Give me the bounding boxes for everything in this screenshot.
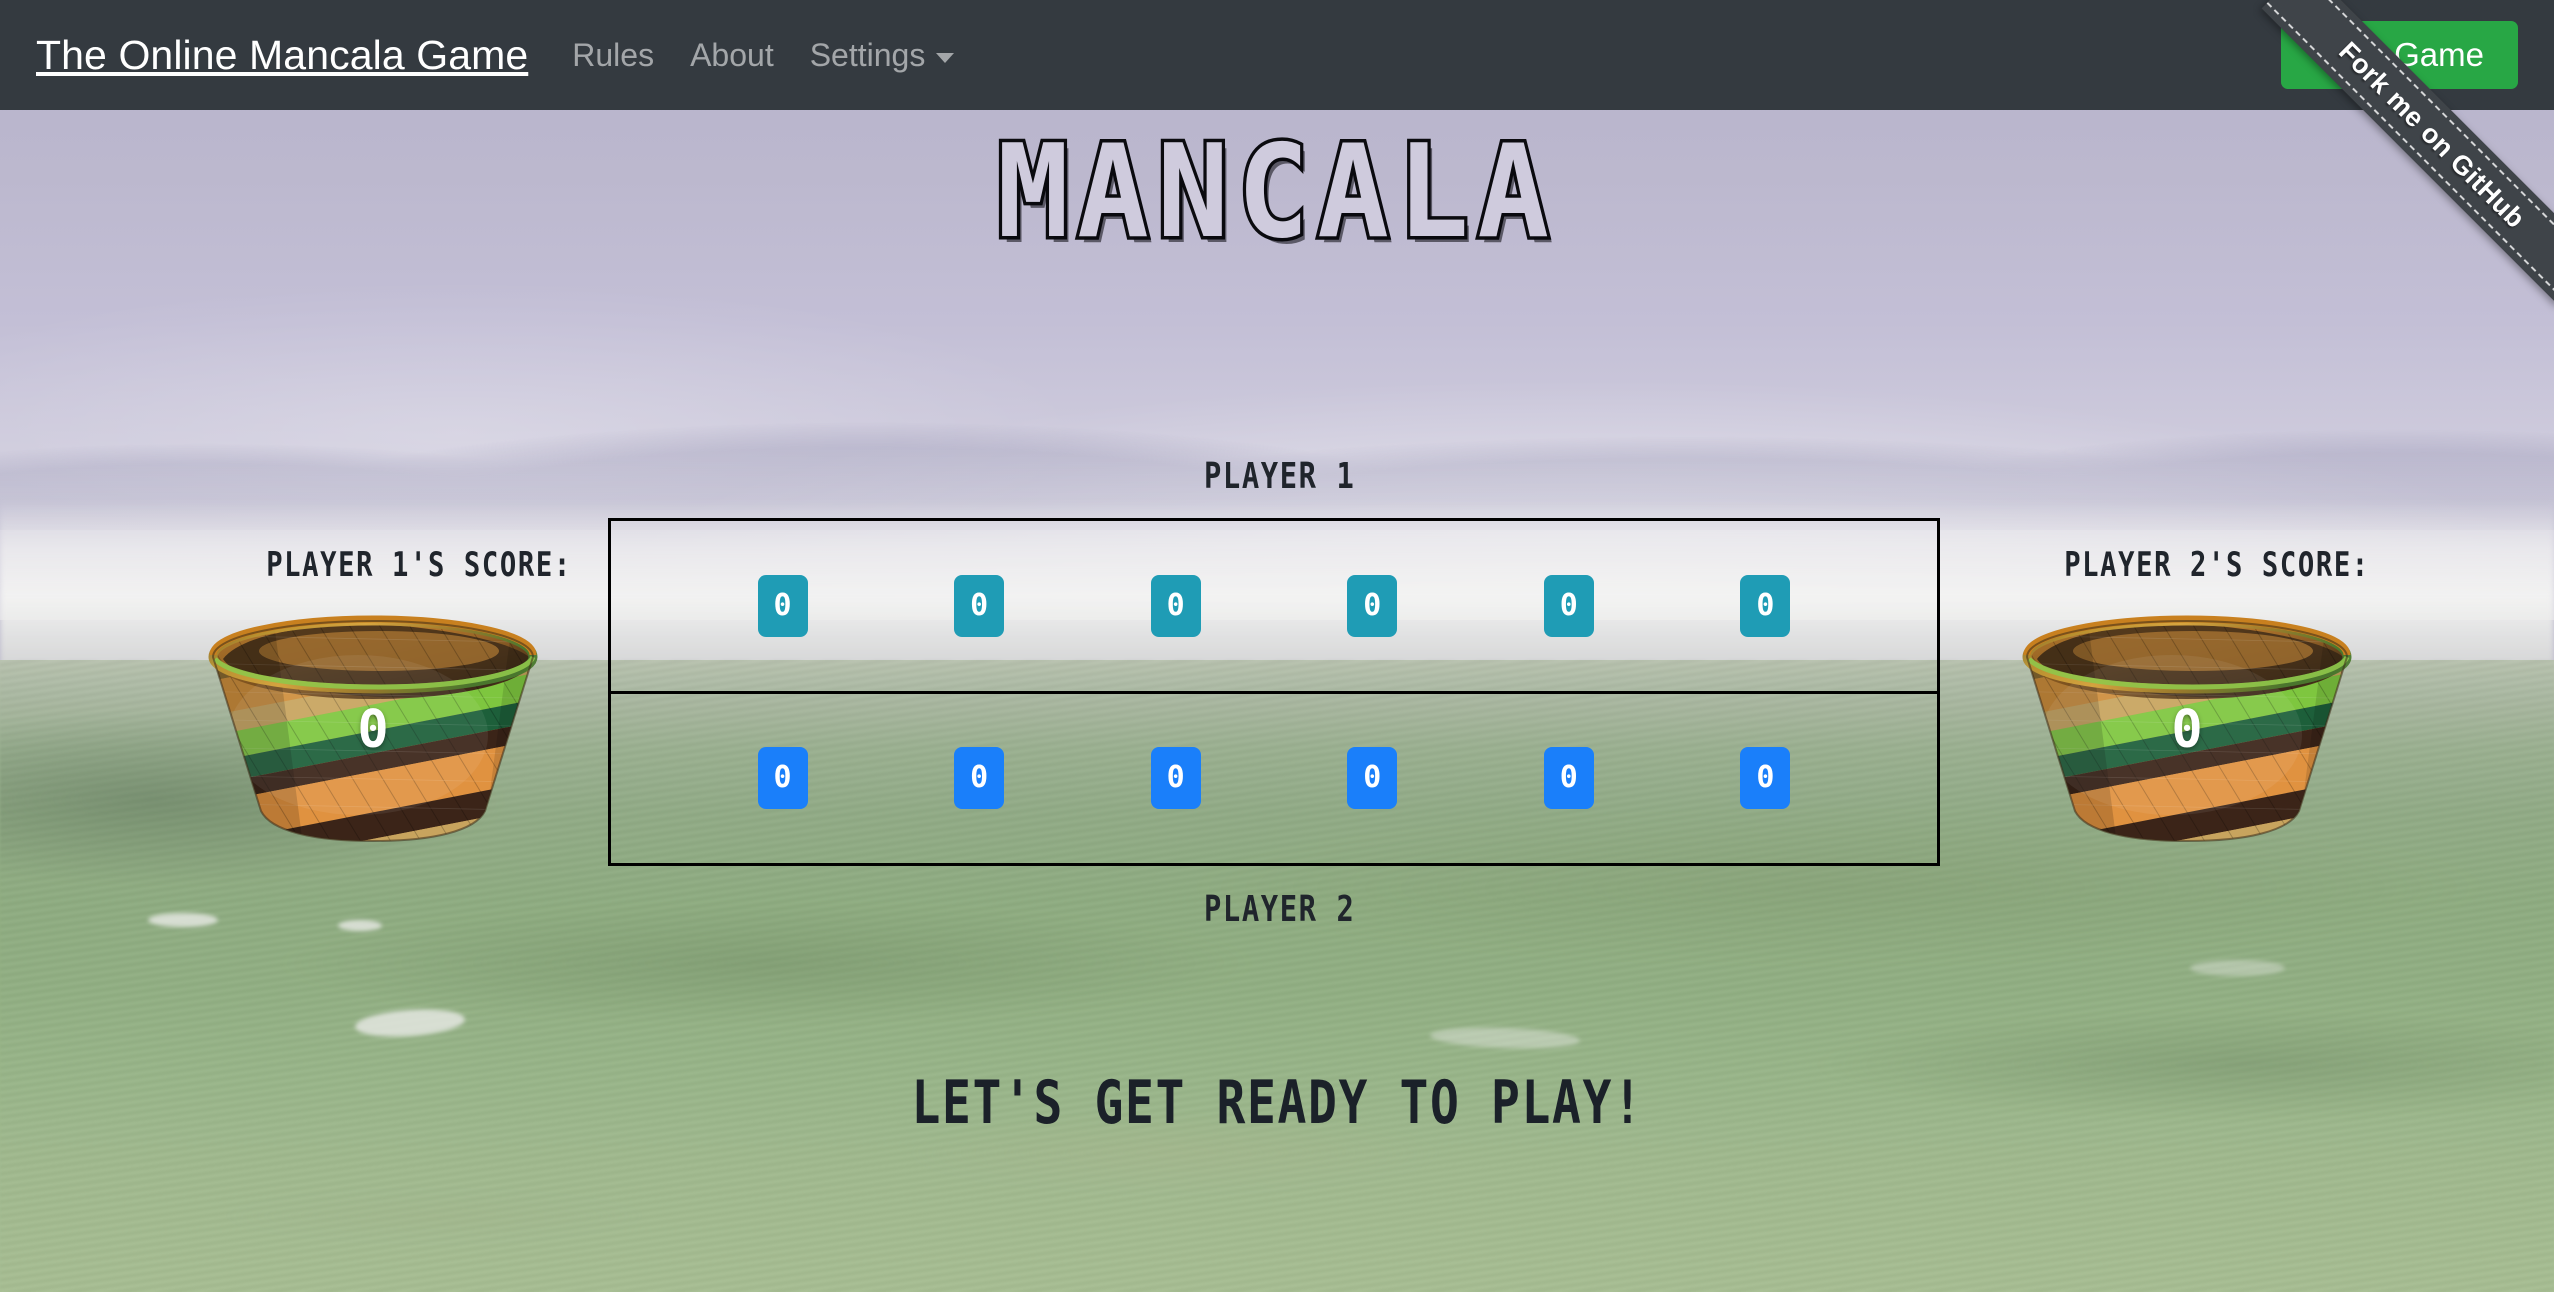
- player-1-pit-3[interactable]: 0: [1150, 574, 1201, 637]
- player-1-score-label: PLAYER 1'S SCORE:: [266, 545, 572, 585]
- nav-link-rules[interactable]: Rules: [572, 37, 654, 74]
- game-status-wrapper: LET'S GET READY TO PLAY!: [0, 1068, 2554, 1138]
- navbar-brand[interactable]: The Online Mancala Game: [36, 32, 528, 79]
- player-2-heading: PLAYER 2: [1140, 888, 1420, 930]
- mancala-board: 0 0 0 0 0 0 0 0 0 0 0 0: [608, 518, 1940, 866]
- player-2-pit-4[interactable]: 0: [1347, 747, 1398, 810]
- player-2-pit-5[interactable]: 0: [1543, 747, 1594, 810]
- player-2-pit-2[interactable]: 0: [954, 747, 1005, 810]
- game-status-message: LET'S GET READY TO PLAY!: [911, 1068, 1643, 1138]
- player-1-pit-row: 0 0 0 0 0 0: [611, 521, 1937, 694]
- player-1-score-label-wrapper: PLAYER 1'S SCORE:: [228, 545, 610, 585]
- nav-link-rules-label: Rules: [572, 36, 655, 73]
- player-2-score-value: 0: [2171, 700, 2203, 760]
- player-1-heading: PLAYER 1: [1140, 455, 1420, 497]
- player-1-pit-5[interactable]: 0: [1543, 574, 1594, 637]
- navbar: The Online Mancala Game Rules About Sett…: [0, 0, 2554, 110]
- player-2-heading-label: PLAYER 2: [1204, 889, 1356, 930]
- player-1-store-basket[interactable]: 0: [183, 615, 563, 845]
- player-1-pit-6[interactable]: 0: [1740, 574, 1791, 637]
- player-1-pit-4[interactable]: 0: [1347, 574, 1398, 637]
- player-1-pit-2[interactable]: 0: [954, 574, 1005, 637]
- player-2-store-basket[interactable]: 0: [1997, 615, 2377, 845]
- player-2-pit-row: 0 0 0 0 0 0: [611, 694, 1937, 864]
- navbar-links: Rules About Settings: [572, 37, 955, 74]
- player-1-pit-1[interactable]: 0: [757, 574, 808, 637]
- player-1-score-value: 0: [357, 700, 389, 760]
- chevron-down-icon: [936, 52, 955, 63]
- nav-link-settings-label: Settings: [809, 36, 926, 73]
- player-2-score-label: PLAYER 2'S SCORE:: [2064, 545, 2370, 585]
- player-2-pit-6[interactable]: 0: [1740, 747, 1791, 810]
- nav-link-about[interactable]: About: [690, 37, 774, 74]
- player-2-score-label-wrapper: PLAYER 2'S SCORE:: [2026, 545, 2408, 585]
- nav-link-settings[interactable]: Settings: [810, 37, 955, 74]
- player-2-pit-3[interactable]: 0: [1150, 747, 1201, 810]
- nav-link-about-label: About: [690, 36, 774, 73]
- player-2-pit-1[interactable]: 0: [757, 747, 808, 810]
- player-1-heading-label: PLAYER 1: [1204, 456, 1356, 497]
